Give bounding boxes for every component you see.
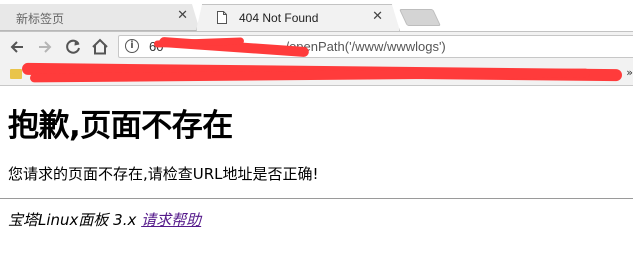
home-icon[interactable] — [89, 36, 111, 58]
browser-toolbar: i 60/openPath('/www/wwwlogs') — [0, 31, 633, 62]
info-icon[interactable]: i — [125, 39, 139, 53]
page-heading: 抱歉,页面不存在 — [8, 108, 233, 144]
reload-icon[interactable] — [62, 36, 84, 58]
new-tab-button[interactable] — [399, 9, 441, 26]
page-icon — [217, 11, 227, 24]
address-bar[interactable]: i 60/openPath('/www/wwwlogs') — [118, 35, 633, 58]
error-message: 您请求的页面不存在,请检查URL地址是否正确! — [8, 165, 319, 183]
footer: 宝塔Linux面板 3.x 请求帮助 — [8, 209, 201, 230]
forward-arrow-icon[interactable] — [34, 36, 56, 58]
help-link[interactable]: 请求帮助 — [141, 211, 201, 229]
tab-strip: 新标签页 ✕ 404 Not Found ✕ — [0, 0, 633, 31]
back-arrow-icon[interactable] — [6, 36, 28, 58]
tab-404-not-found[interactable]: 404 Not Found ✕ — [196, 4, 400, 31]
close-icon[interactable]: ✕ — [372, 9, 383, 24]
page-content: 抱歉,页面不存在 您请求的页面不存在,请检查URL地址是否正确! 宝塔Linux… — [0, 86, 633, 274]
tab-title: 404 Not Found — [239, 11, 319, 25]
bookmarks-bar: » — [0, 62, 633, 86]
tab-new-tab[interactable]: 新标签页 ✕ — [0, 4, 200, 31]
tab-title: 新标签页 — [16, 12, 65, 26]
bookmarks-overflow-chevron[interactable]: » — [626, 66, 633, 79]
divider — [0, 198, 633, 199]
folder-icon[interactable] — [10, 69, 22, 79]
footer-text: 宝塔Linux面板 3.x — [8, 211, 142, 229]
close-icon[interactable]: ✕ — [177, 8, 188, 23]
url-path: /openPath('/www/wwwlogs') — [285, 39, 446, 54]
